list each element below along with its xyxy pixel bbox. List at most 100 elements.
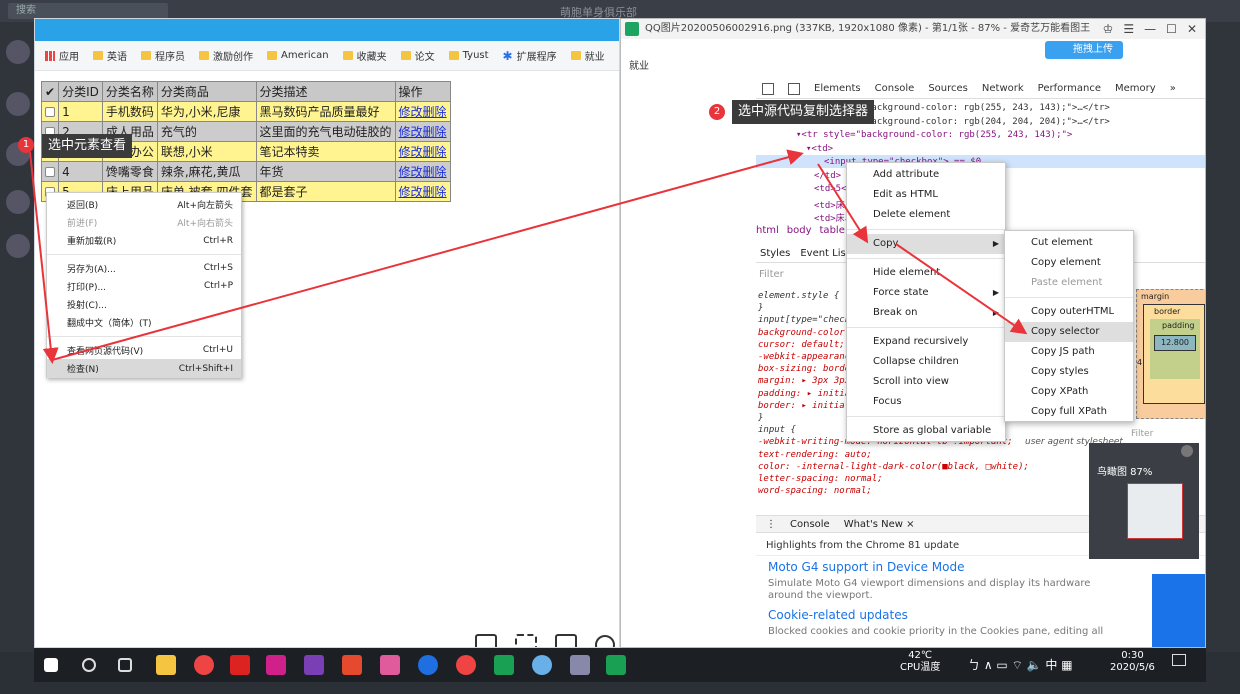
search-icon[interactable]	[82, 658, 96, 672]
delete-link[interactable]: 删除	[423, 105, 447, 119]
image-viewer-icon[interactable]	[606, 655, 626, 675]
breadcrumb-item[interactable]: table	[820, 225, 845, 236]
device-icon[interactable]	[788, 82, 800, 95]
tab-4[interactable]: Performance	[1038, 83, 1101, 94]
windows-start-icon[interactable]	[44, 658, 58, 672]
upload-button[interactable]: 拖拽上传	[1045, 41, 1123, 59]
bookmark-2[interactable]: 程序员	[141, 48, 185, 63]
menu-item[interactable]: Copy full XPath	[1005, 402, 1133, 422]
menu-item[interactable]: Hide element	[847, 263, 1005, 283]
drawer-menu-icon[interactable]: ⋮	[766, 519, 776, 530]
delete-link[interactable]: 删除	[423, 165, 447, 179]
context-menu-item[interactable]: 前进(F) Alt+向右箭头	[47, 213, 241, 231]
close-icon[interactable]: ✕	[1187, 22, 1197, 36]
bookmark-4[interactable]: American	[267, 50, 329, 61]
styles-filter[interactable]: Filter	[759, 269, 784, 280]
clock[interactable]: 0:30 2020/5/6	[1110, 650, 1155, 674]
dom-node-line[interactable]: background-color: rgb(204, 204, 204);">……	[866, 117, 1110, 127]
bookmark-3[interactable]: 激励创作	[199, 48, 253, 63]
menu-item[interactable]: Copy styles	[1005, 362, 1133, 382]
bookmark-7[interactable]: Tyust	[448, 50, 489, 61]
dom-node-line[interactable]: ▾<tr style="background-color: rgb(255, 2…	[796, 130, 1072, 140]
app-icon[interactable]	[342, 655, 362, 675]
app-icon[interactable]	[456, 655, 476, 675]
context-menu-item[interactable]: 重新加载(R) Ctrl+R	[47, 232, 241, 250]
menu-icon[interactable]: ☰	[1123, 22, 1134, 36]
edit-link[interactable]: 修改	[399, 125, 423, 139]
menu-item[interactable]: Copy outerHTML	[1005, 302, 1133, 322]
menu-item[interactable]: Copy JS path	[1005, 342, 1133, 362]
app-icon[interactable]	[230, 655, 250, 675]
bookmark-9[interactable]: 就业	[570, 48, 605, 63]
breadcrumb-item[interactable]: body	[787, 225, 812, 236]
tab-5[interactable]: Memory	[1115, 83, 1156, 94]
context-menu-item[interactable]: 翻成中文（简体）(T)	[47, 314, 241, 332]
menu-item[interactable]: Copy ▶	[847, 234, 1005, 254]
file-explorer-icon[interactable]	[156, 655, 176, 675]
column-header[interactable]: ✔	[40, 81, 60, 102]
context-menu-item[interactable]: 另存为(A)... Ctrl+S	[47, 259, 241, 277]
whats-new-heading[interactable]: Moto G4 support in Device Mode	[768, 560, 965, 574]
drawer-tab[interactable]: What's New ×	[844, 519, 915, 530]
menu-item[interactable]: Focus	[847, 392, 1005, 412]
edge-icon[interactable]	[418, 655, 438, 675]
bookmark-6[interactable]: 论文	[400, 48, 435, 63]
app-icon[interactable]	[570, 655, 590, 675]
menu-item[interactable]: Add attribute	[847, 165, 1005, 185]
app-icon[interactable]	[532, 655, 552, 675]
inspect-icon[interactable]	[762, 82, 774, 95]
app-icon[interactable]	[380, 655, 400, 675]
menu-item[interactable]: Edit as HTML	[847, 185, 1005, 205]
menu-item[interactable]: Copy XPath	[1005, 382, 1133, 402]
context-menu-item[interactable]: 打印(P)... Ctrl+P	[47, 277, 241, 295]
minimize-icon[interactable]: —	[1144, 22, 1156, 36]
image-viewer-icon[interactable]	[494, 655, 514, 675]
dom-node-line[interactable]: ▾<td>	[806, 144, 833, 154]
menu-item[interactable]: Break on ▶	[847, 303, 1005, 323]
menu-item[interactable]: Cut element	[1005, 233, 1133, 253]
menu-item[interactable]: Copy element	[1005, 253, 1133, 273]
zoom-out-icon[interactable]	[595, 635, 615, 647]
edit-link[interactable]: 修改	[399, 145, 423, 159]
edit-link[interactable]: 修改	[399, 165, 423, 179]
actual-size-icon[interactable]	[555, 634, 577, 647]
tab-6[interactable]: »	[1170, 83, 1176, 94]
menu-item[interactable]: Collapse children	[847, 352, 1005, 372]
birdseye-thumbnail[interactable]	[1127, 483, 1183, 539]
computed-filter[interactable]: Filter	[1131, 429, 1153, 439]
dom-node-line[interactable]: </td>	[814, 171, 841, 181]
tab-2[interactable]: Sources	[928, 83, 968, 94]
delete-link[interactable]: 删除	[423, 125, 447, 139]
menu-item[interactable]: Scroll into view	[847, 372, 1005, 392]
close-icon[interactable]	[1181, 445, 1193, 457]
delete-link[interactable]: 删除	[423, 185, 447, 199]
dom-node-line[interactable]: background-color: rgb(255, 243, 143);">……	[866, 103, 1110, 113]
chrome-icon[interactable]	[194, 655, 214, 675]
context-menu-item[interactable]: 查看网页源代码(V) Ctrl+U	[47, 341, 241, 359]
menu-item[interactable]: Expand recursively	[847, 332, 1005, 352]
row-checkbox[interactable]	[45, 107, 55, 117]
shirt-icon[interactable]: ♔	[1103, 22, 1114, 36]
bookmark-1[interactable]: 英语	[93, 48, 127, 63]
context-menu-item[interactable]: 检查(N) Ctrl+Shift+I	[47, 359, 241, 378]
fit-screen-icon[interactable]	[515, 634, 537, 647]
menu-item[interactable]: Copy selector	[1005, 322, 1133, 342]
whats-new-heading[interactable]: Cookie-related updates	[768, 608, 908, 622]
context-menu-item[interactable]: 投射(C)...	[47, 295, 241, 313]
task-view-icon[interactable]	[118, 658, 132, 672]
maximize-icon[interactable]: ☐	[1166, 22, 1177, 36]
bookmark-0[interactable]: 应用	[45, 48, 79, 63]
paper-plane-icon[interactable]	[266, 655, 286, 675]
tray-icons[interactable]: ㄅ ∧ ▭ ⌔ 🔈 中 ▦	[968, 656, 1073, 673]
edit-link[interactable]: 修改	[399, 105, 423, 119]
tab-1[interactable]: Console	[875, 83, 915, 94]
delete-link[interactable]: 删除	[423, 145, 447, 159]
menu-item[interactable]: Paste element	[1005, 273, 1133, 293]
tab-0[interactable]: Elements	[814, 83, 861, 94]
styles-tab[interactable]: Styles	[760, 248, 790, 259]
menu-item[interactable]: Delete element	[847, 205, 1005, 225]
menu-item[interactable]: Store as global variable	[847, 421, 1005, 441]
breadcrumb-item[interactable]: html	[756, 225, 779, 236]
tab-3[interactable]: Network	[982, 83, 1024, 94]
layout-icon[interactable]	[475, 634, 497, 647]
